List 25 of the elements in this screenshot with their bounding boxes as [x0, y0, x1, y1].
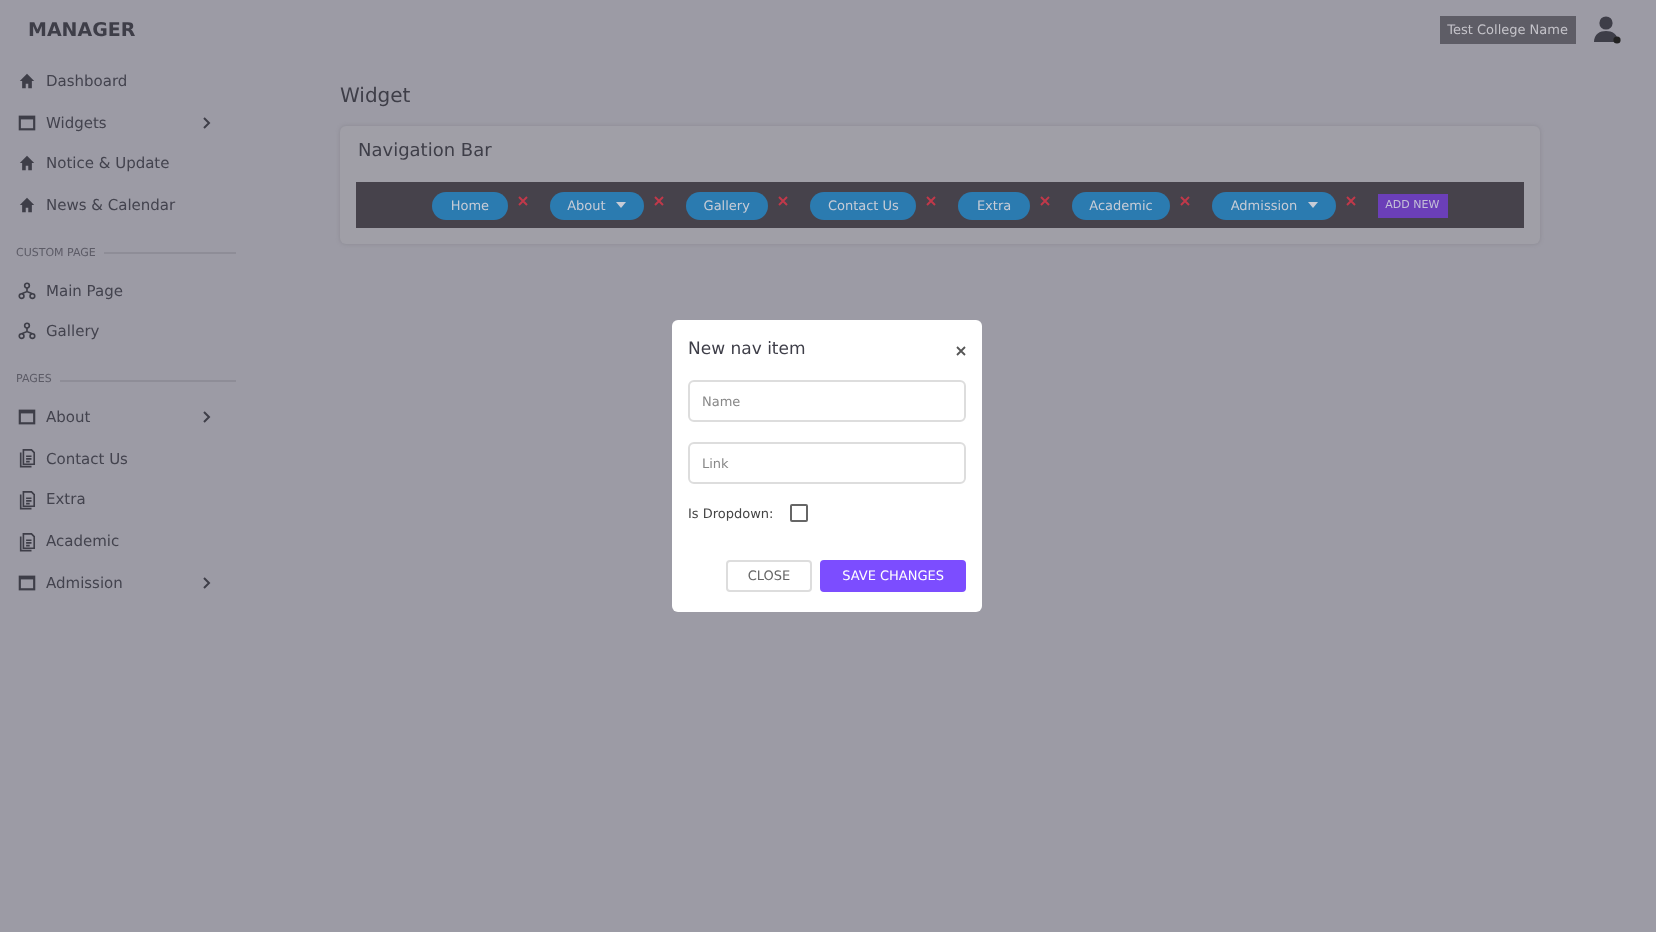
- window-icon: [18, 113, 36, 132]
- page-title: Widget: [340, 86, 413, 108]
- remove-icon[interactable]: [1039, 195, 1050, 205]
- document-icon: [18, 531, 36, 552]
- document-icon: [18, 448, 36, 469]
- home-icon: [18, 154, 36, 173]
- nodes-icon: [18, 322, 36, 341]
- document-icon: [18, 489, 36, 510]
- close-icon[interactable]: [956, 345, 966, 355]
- home-icon: [18, 195, 36, 214]
- user-avatar-icon[interactable]: [1592, 14, 1624, 46]
- home-icon: [18, 71, 36, 90]
- window-icon: [18, 407, 36, 426]
- remove-icon[interactable]: [517, 195, 528, 205]
- card-title: Navigation Bar: [358, 142, 494, 162]
- brand-title: MANAGER: [26, 18, 138, 46]
- dialog-title: New nav item: [688, 340, 806, 360]
- nodes-icon: [18, 281, 36, 300]
- remove-icon[interactable]: [777, 195, 788, 205]
- remove-icon[interactable]: [1180, 195, 1191, 205]
- remove-icon[interactable]: [1345, 195, 1356, 205]
- window-icon: [18, 573, 36, 592]
- remove-icon[interactable]: [926, 195, 937, 205]
- remove-icon[interactable]: [653, 195, 664, 205]
- dropdown-checkbox[interactable]: [789, 504, 808, 522]
